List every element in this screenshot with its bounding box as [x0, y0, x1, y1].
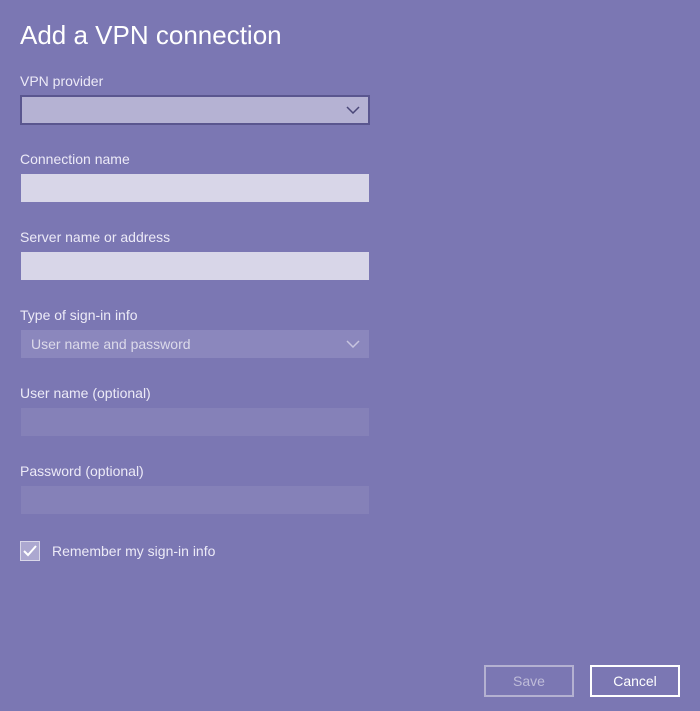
footer-buttons: Save Cancel	[484, 665, 680, 697]
server-input[interactable]	[20, 251, 370, 281]
signin-type-label: Type of sign-in info	[20, 307, 680, 323]
signin-type-select[interactable]	[20, 329, 370, 359]
remember-signin-row: Remember my sign-in info	[20, 541, 680, 561]
signin-type-select-wrap	[20, 329, 370, 359]
checkmark-icon	[23, 545, 37, 557]
vpn-provider-group: VPN provider	[20, 73, 680, 125]
vpn-provider-label: VPN provider	[20, 73, 680, 89]
signin-type-group: Type of sign-in info	[20, 307, 680, 359]
password-group: Password (optional)	[20, 463, 680, 515]
password-input[interactable]	[20, 485, 370, 515]
server-label: Server name or address	[20, 229, 680, 245]
username-group: User name (optional)	[20, 385, 680, 437]
connection-name-input[interactable]	[20, 173, 370, 203]
vpn-provider-select[interactable]	[20, 95, 370, 125]
password-label: Password (optional)	[20, 463, 680, 479]
username-label: User name (optional)	[20, 385, 680, 401]
cancel-button[interactable]: Cancel	[590, 665, 680, 697]
page-title: Add a VPN connection	[20, 20, 680, 51]
server-group: Server name or address	[20, 229, 680, 281]
username-input[interactable]	[20, 407, 370, 437]
remember-signin-label: Remember my sign-in info	[52, 543, 215, 559]
connection-name-label: Connection name	[20, 151, 680, 167]
remember-signin-checkbox[interactable]	[20, 541, 40, 561]
save-button[interactable]: Save	[484, 665, 574, 697]
connection-name-group: Connection name	[20, 151, 680, 203]
vpn-provider-select-wrap	[20, 95, 370, 125]
